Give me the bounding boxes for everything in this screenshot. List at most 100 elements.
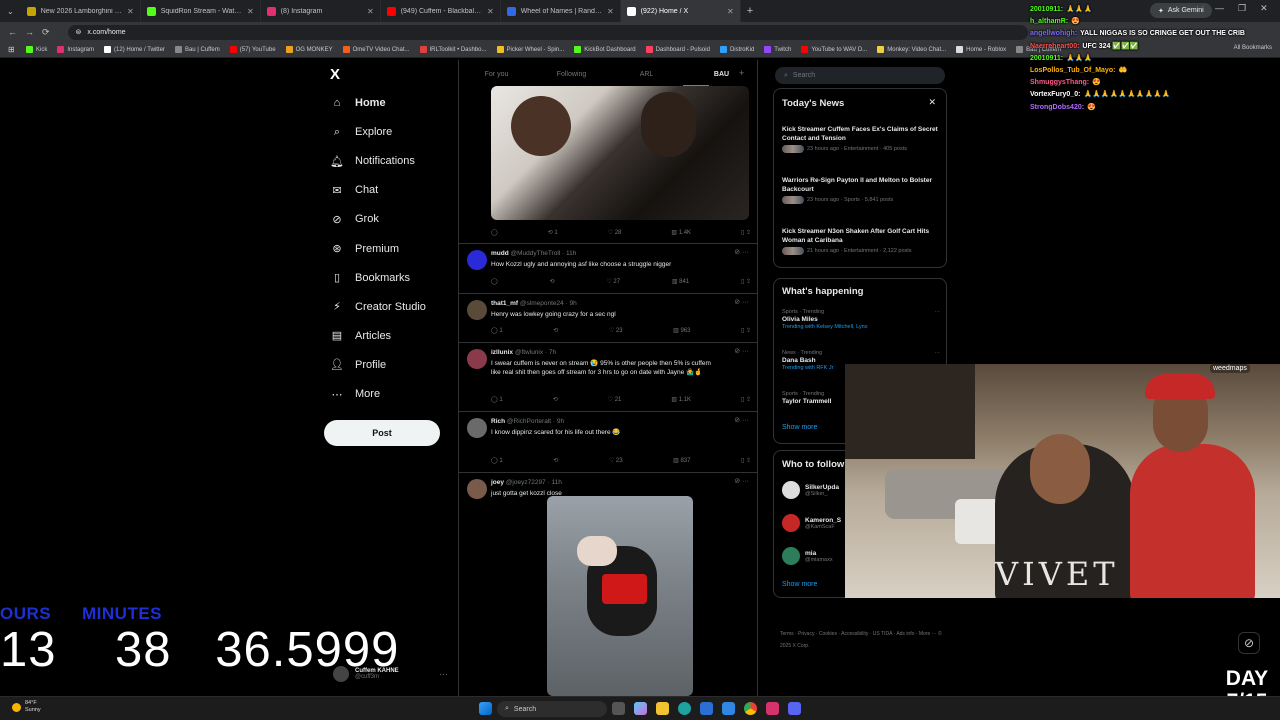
feed-tab[interactable]: For you [459,71,534,78]
bookmark-item[interactable]: (57) YouTube [229,46,276,53]
browser-tab[interactable]: (922) Home / X ✕ [620,0,741,22]
close-tab-icon[interactable]: ✕ [127,7,134,16]
bookmark-item[interactable]: KickBot Dashboard [574,46,636,53]
follow-suggestion[interactable]: SilkerUpda @Silker_ [782,481,839,499]
start-icon[interactable] [479,702,492,715]
site-info-icon[interactable]: ⊜ [76,28,82,36]
reply-icon[interactable]: ◯ 1 [491,396,503,403]
nav-item-premium[interactable]: ⊛ Premium [330,242,399,256]
bookmark-item[interactable]: Monkey: Video Chat... [877,46,946,53]
browser-tab[interactable]: SquidRon Stream - Watch Live✕ [141,0,261,22]
close-tab-icon[interactable]: ✕ [487,7,494,16]
repost-icon[interactable]: ⟲ [550,278,555,285]
browser-tab[interactable]: (8) Instagram ✕ [261,0,381,22]
forward-icon[interactable]: → [25,27,34,37]
tweet[interactable]: izllunix @ftwlunix · 7h ⊘ ··· I swear cuff… [459,343,757,412]
taskbar-search[interactable]: ⌕ Search [497,701,607,717]
avatar[interactable] [467,418,487,438]
bookmark-icon[interactable]: ▯ ⇪ [741,229,751,236]
more-icon[interactable]: ⊘ ··· [734,477,749,485]
avatar[interactable] [467,349,487,369]
news-item[interactable]: Warriors Re-Sign Payton II and Melton to… [782,176,940,204]
search-input[interactable]: ⌕ Search [775,67,945,84]
bookmark-item[interactable]: IRLToolkit • Dashbo... [419,46,487,53]
reply-icon[interactable]: ◯ [491,229,498,236]
like-icon[interactable]: ♡ 28 [608,229,622,236]
post-button[interactable]: Post [324,420,440,446]
bookmark-item[interactable]: Home - Roblox [956,46,1006,53]
grok-icon[interactable]: ⊘ [1238,632,1260,654]
chrome-icon[interactable] [744,702,757,715]
avatar[interactable] [467,250,487,270]
bookmark-item[interactable]: DistroKid [719,46,754,53]
url-field[interactable]: ⊜ x.com/home [67,24,1028,40]
bookmark-item[interactable]: Bau | Cuffem [174,46,220,53]
repost-icon[interactable]: ⟲ 1 [548,229,558,236]
tweet[interactable]: Rich @RichPorteralt · 9h ⊘ ··· I know dipp… [459,412,757,473]
more-icon[interactable]: ⊘ ··· [734,416,749,424]
views-icon[interactable]: ▥ 963 [673,327,690,334]
discord-icon[interactable] [788,702,801,715]
tweet[interactable]: that1_mf @slmeponte24 · 9h ⊘ ··· Henry was… [459,294,757,343]
nav-item-grok[interactable]: ⊘ Grok [330,212,378,226]
copilot-icon[interactable] [634,702,647,715]
tweet[interactable]: mudd @MuddyTheTroll · 11h ⊘ ··· How Kozzl … [459,244,757,294]
browser-tab[interactable]: (949) Cuffem - Blackballed (St...✕ [381,0,501,22]
more-icon[interactable]: ⊘ ··· [734,298,749,306]
reply-icon[interactable]: ◯ 1 [491,457,503,464]
feed-tab[interactable]: Following [534,71,609,78]
follow-suggestion[interactable]: Kameron_S @KamScaF [782,514,841,532]
more-icon[interactable]: ⊘ ··· [734,347,749,355]
post-video-2[interactable] [547,496,693,696]
bookmark-item[interactable]: OG MONKEY [285,46,333,53]
new-tab-icon[interactable]: + [741,5,759,17]
like-icon[interactable]: ♡ 27 [606,278,620,285]
footer-links[interactable]: Terms · Privacy · Cookies · Accessibilit… [780,628,950,652]
feed-tab[interactable]: BAU [684,71,757,78]
show-more-link[interactable]: Show more [782,424,817,431]
bookmark-item[interactable]: YouTube to WAV D... [801,46,867,53]
mail-icon[interactable] [722,702,735,715]
nav-item-more[interactable]: ⋯ More [330,387,381,401]
views-icon[interactable]: ▥ 841 [672,278,689,285]
reload-icon[interactable]: ⟳ [42,27,50,38]
nav-item-creator-studio[interactable]: ⚡︎ Creator Studio [330,300,426,314]
bookmark-item[interactable]: Picker Wheel - Spin... [496,46,564,53]
bookmark-icon[interactable]: ▯ ⇪ [741,327,751,334]
news-item[interactable]: Kick Streamer N3on Shaken After Golf Car… [782,227,940,255]
more-icon[interactable]: ··· [935,309,941,315]
more-icon[interactable]: ··· [439,669,448,679]
views-icon[interactable]: ▥ 1.4K [671,229,691,236]
task-view-icon[interactable] [612,702,625,715]
close-icon[interactable]: ✕ [928,97,936,108]
edge-icon[interactable] [678,702,691,715]
bookmark-icon[interactable]: ▯ ⇪ [741,278,751,285]
more-icon[interactable]: ⊘ ··· [734,248,749,256]
bookmark-item[interactable]: (12) Home / Twitter [104,46,165,53]
close-tab-icon[interactable]: ✕ [727,7,734,16]
news-item[interactable]: Kick Streamer Cuffem Faces Ex's Claims o… [782,125,940,153]
more-icon[interactable]: ··· [935,350,941,356]
close-tab-icon[interactable]: ✕ [367,7,374,16]
show-more-link[interactable]: Show more [782,581,817,588]
nav-item-chat[interactable]: ✉ Chat [330,183,378,197]
apps-icon[interactable]: ⊞ [8,45,15,54]
avatar[interactable] [467,300,487,320]
feed-tab[interactable]: ARL [609,71,684,78]
close-tab-icon[interactable]: ✕ [607,7,614,16]
bookmark-icon[interactable]: ▯ ⇪ [741,457,751,464]
trend-item[interactable]: Sports · Trending Olivia Miles Trending wi… [782,309,940,330]
browser-tab[interactable]: New 2026 Lamborghini Urus S...✕ [21,0,141,22]
bookmark-item[interactable]: Dashboard - Pulsoid [645,46,710,53]
reply-icon[interactable]: ◯ [491,278,498,285]
nav-item-articles[interactable]: ▤ Articles [330,329,391,343]
bookmark-icon[interactable]: ▯ ⇪ [741,396,751,403]
views-icon[interactable]: ▥ 837 [673,457,690,464]
back-icon[interactable]: ← [8,27,17,37]
like-icon[interactable]: ♡ 23 [609,327,623,334]
nav-item-profile[interactable]: 👤︎ Profile [330,358,386,372]
follow-suggestion[interactable]: mia @miamaxx [782,547,833,565]
repost-icon[interactable]: ⟲ [553,457,558,464]
nav-item-explore[interactable]: ⌕ Explore [330,125,392,139]
file-explorer-icon[interactable] [656,702,669,715]
